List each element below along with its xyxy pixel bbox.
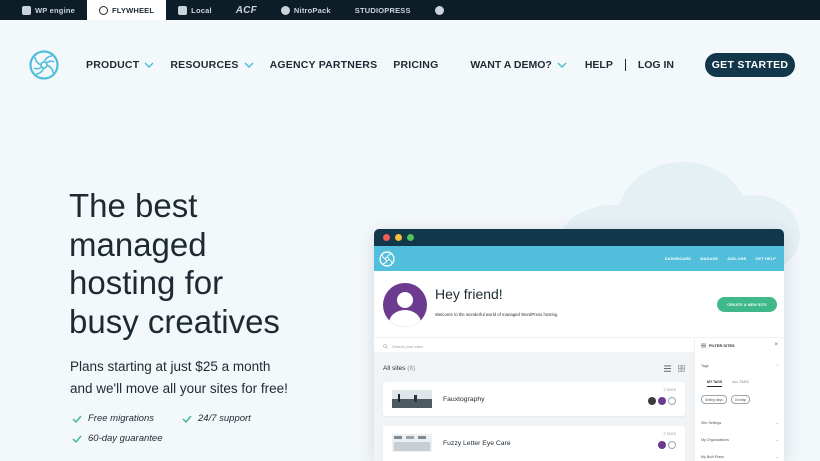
nav-pricing[interactable]: PRICING (393, 59, 438, 71)
nav-want-a-demo[interactable]: WANT A DEMO? (470, 59, 567, 71)
site-card[interactable]: Fuzzy Letter Eye Care 2 TAGS (383, 426, 685, 461)
get-started-button[interactable]: GET STARTED (705, 53, 795, 77)
add-collaborator-icon[interactable] (668, 441, 676, 449)
maximize-dot-icon (407, 234, 414, 241)
tag-chip[interactable]: Selling days (701, 395, 727, 404)
site-card[interactable]: Fauxtography 2 TAGS (383, 382, 685, 416)
app-nav: DASHBOARD MANAGE ADD-ONS GET HELP (374, 246, 784, 271)
nav-resources[interactable]: RESOURCES (170, 59, 254, 71)
filter-title: FILTER SITES (701, 343, 735, 348)
nav-login[interactable]: LOG IN (638, 59, 674, 71)
chevron-down-icon: ⌄ (775, 421, 779, 425)
tag-tabs: MY TAGS ALL TAGS (707, 380, 749, 387)
add-collaborator-icon[interactable] (668, 397, 676, 405)
chevron-down-icon: ⌄ (775, 438, 779, 442)
app-nav-dashboard[interactable]: DASHBOARD (665, 257, 691, 261)
greeting: Hey friend! (435, 286, 503, 302)
all-sites-heading: All sites (8) (383, 365, 416, 372)
flywheel-logo-icon (379, 250, 395, 267)
search-input[interactable]: Search your sites (392, 344, 423, 349)
filter-panel: FILTER SITES × Tags ⌃ MY TAGS ALL TAGS Se… (694, 338, 784, 461)
chevron-down-icon (144, 62, 154, 68)
flywheel-logo-icon[interactable] (29, 50, 59, 80)
filter-row[interactable]: My Organizations ⌄ (701, 438, 779, 442)
feature-list: Free migrations 24/7 support 60-day guar… (72, 413, 332, 444)
app-nav-manage[interactable]: MANAGE (700, 257, 718, 261)
chevron-down-icon (244, 62, 254, 68)
brand-studiopress[interactable]: STUDIOPRESS (343, 0, 423, 20)
window-titlebar (374, 229, 784, 246)
site-search[interactable]: Search your sites (383, 341, 683, 351)
hero-title: The best managed hosting for busy creati… (69, 187, 280, 340)
avatar (658, 397, 666, 405)
primary-nav-links: PRODUCT RESOURCES AGENCY PARTNERS PRICIN… (86, 59, 438, 71)
flywheel-logo-icon (99, 5, 108, 15)
wp-engine-logo-icon (22, 5, 31, 15)
brand-acf[interactable]: ACF (224, 0, 269, 20)
app-nav-links: DASHBOARD MANAGE ADD-ONS GET HELP (665, 257, 776, 261)
close-dot-icon (383, 234, 390, 241)
brand-nitropack[interactable]: NitroPack (269, 0, 343, 20)
site-thumbnail (392, 390, 432, 408)
brand-local[interactable]: Local (166, 0, 224, 20)
site-collaborators (648, 397, 676, 405)
tag-chip[interactable]: Overlap (730, 395, 751, 404)
check-icon (182, 415, 192, 423)
nav-divider (624, 59, 626, 71)
filter-row[interactable]: Site Settings ⌄ (701, 421, 779, 425)
create-site-button[interactable]: CREATE A NEW SITE (717, 297, 777, 312)
brand-flywheel[interactable]: FLYWHEEL (87, 0, 167, 20)
brand-bar: WP engine FLYWHEEL Local ACF NitroPack S… (0, 0, 820, 20)
tag-chips: Selling days Overlap (701, 395, 751, 404)
feature-item: Free migrations (72, 413, 182, 424)
feature-item: 60-day guarantee (72, 433, 182, 444)
filter-tags-row[interactable]: Tags ⌃ (701, 364, 779, 368)
welcome-text: Welcome to the wonderful world of manage… (435, 312, 558, 317)
close-icon[interactable]: × (774, 342, 778, 348)
chevron-up-icon: ⌃ (775, 364, 779, 368)
chevron-down-icon (557, 62, 567, 68)
avatar (383, 283, 427, 327)
avatar (648, 397, 656, 405)
tab-all-tags[interactable]: ALL TAGS (732, 380, 749, 387)
site-name[interactable]: Fuzzy Letter Eye Care (443, 440, 511, 447)
check-icon (72, 435, 82, 443)
brand-wp-engine[interactable]: WP engine (10, 0, 87, 20)
minimize-dot-icon (395, 234, 402, 241)
nitropack-logo-icon (280, 5, 290, 15)
secondary-nav: WANT A DEMO? HELP LOG IN GET STARTED (470, 53, 795, 77)
chevron-down-icon: ⌄ (775, 455, 779, 459)
nav-help[interactable]: HELP (585, 59, 613, 71)
app-preview: DASHBOARD MANAGE ADD-ONS GET HELP Hey fr… (374, 229, 784, 461)
site-tag-count: 2 TAGS (663, 388, 676, 392)
site-name[interactable]: Fauxtography (443, 396, 485, 403)
grid-view-icon[interactable] (678, 365, 685, 372)
brand-other[interactable] (423, 0, 456, 20)
filter-icon (701, 343, 706, 348)
list-view-icon[interactable] (664, 365, 671, 372)
site-thumbnail (392, 434, 432, 452)
hero-subtitle: Plans starting at just $25 a month and w… (70, 359, 288, 396)
avatar (658, 441, 666, 449)
main-nav: PRODUCT RESOURCES AGENCY PARTNERS PRICIN… (0, 20, 820, 110)
tab-my-tags[interactable]: MY TAGS (707, 380, 723, 387)
nav-product[interactable]: PRODUCT (86, 59, 154, 71)
view-toggle (664, 365, 685, 372)
site-tag-count: 2 TAGS (663, 432, 676, 436)
brand-seal-icon (434, 5, 444, 15)
search-icon (383, 343, 388, 349)
app-nav-get-help[interactable]: GET HELP (755, 257, 776, 261)
feature-item: 24/7 support (182, 413, 292, 424)
app-nav-addons[interactable]: ADD-ONS (727, 257, 746, 261)
check-icon (72, 415, 82, 423)
filter-row[interactable]: My Built Plans ⌄ (701, 455, 779, 459)
nav-agency-partners[interactable]: AGENCY PARTNERS (270, 59, 378, 71)
local-logo-icon (178, 5, 188, 15)
site-collaborators (658, 441, 676, 449)
